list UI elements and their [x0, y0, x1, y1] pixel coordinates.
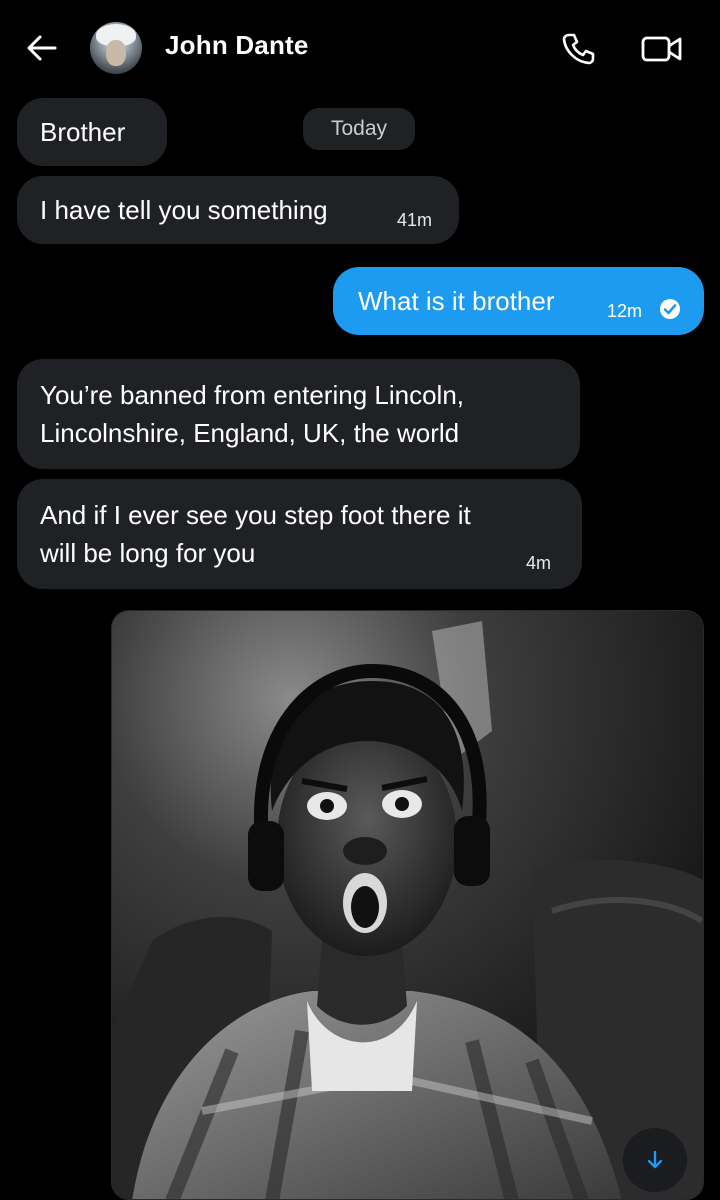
video-camera-icon	[641, 36, 682, 62]
message-text-line: Lincolnshire, England, UK, the world	[40, 418, 460, 448]
message-timestamp: 4m	[526, 553, 552, 573]
video-call-button[interactable]	[638, 28, 686, 70]
back-button[interactable]	[22, 28, 62, 68]
message-text-line: will be long for you	[40, 538, 256, 568]
message-timestamp: 41m	[397, 210, 433, 230]
message-timestamp: 12m	[607, 301, 643, 321]
scroll-to-bottom-button[interactable]	[623, 1128, 687, 1192]
date-divider: Today	[303, 108, 415, 150]
message-text-line: You’re banned from entering Lincoln,	[40, 380, 464, 410]
avatar[interactable]	[90, 22, 142, 74]
message-text: What is it brother	[358, 286, 555, 316]
message-text: I have tell you something	[40, 195, 328, 225]
conversation-header: John Dante	[0, 0, 720, 96]
photo-image	[112, 611, 703, 1199]
message-bubble-outgoing[interactable]: What is it brother 12m	[333, 267, 704, 335]
message-bubble-incoming[interactable]: Brother	[17, 98, 167, 166]
phone-icon	[562, 33, 595, 65]
avatar-face	[106, 40, 126, 66]
call-button[interactable]	[557, 28, 599, 70]
read-receipt-icon	[660, 299, 680, 319]
message-text: Brother	[40, 117, 126, 147]
message-bubble-incoming[interactable]: You’re banned from entering Lincoln, Lin…	[17, 359, 580, 469]
contact-name[interactable]: John Dante	[165, 30, 309, 61]
image-message[interactable]	[111, 610, 704, 1200]
message-bubble-incoming[interactable]: I have tell you something 41m	[17, 176, 459, 244]
arrow-down-icon	[647, 1150, 663, 1169]
arrow-left-icon	[27, 35, 57, 61]
message-text-line: And if I ever see you step foot there it	[40, 500, 471, 530]
message-bubble-incoming[interactable]: And if I ever see you step foot there it…	[17, 479, 582, 589]
